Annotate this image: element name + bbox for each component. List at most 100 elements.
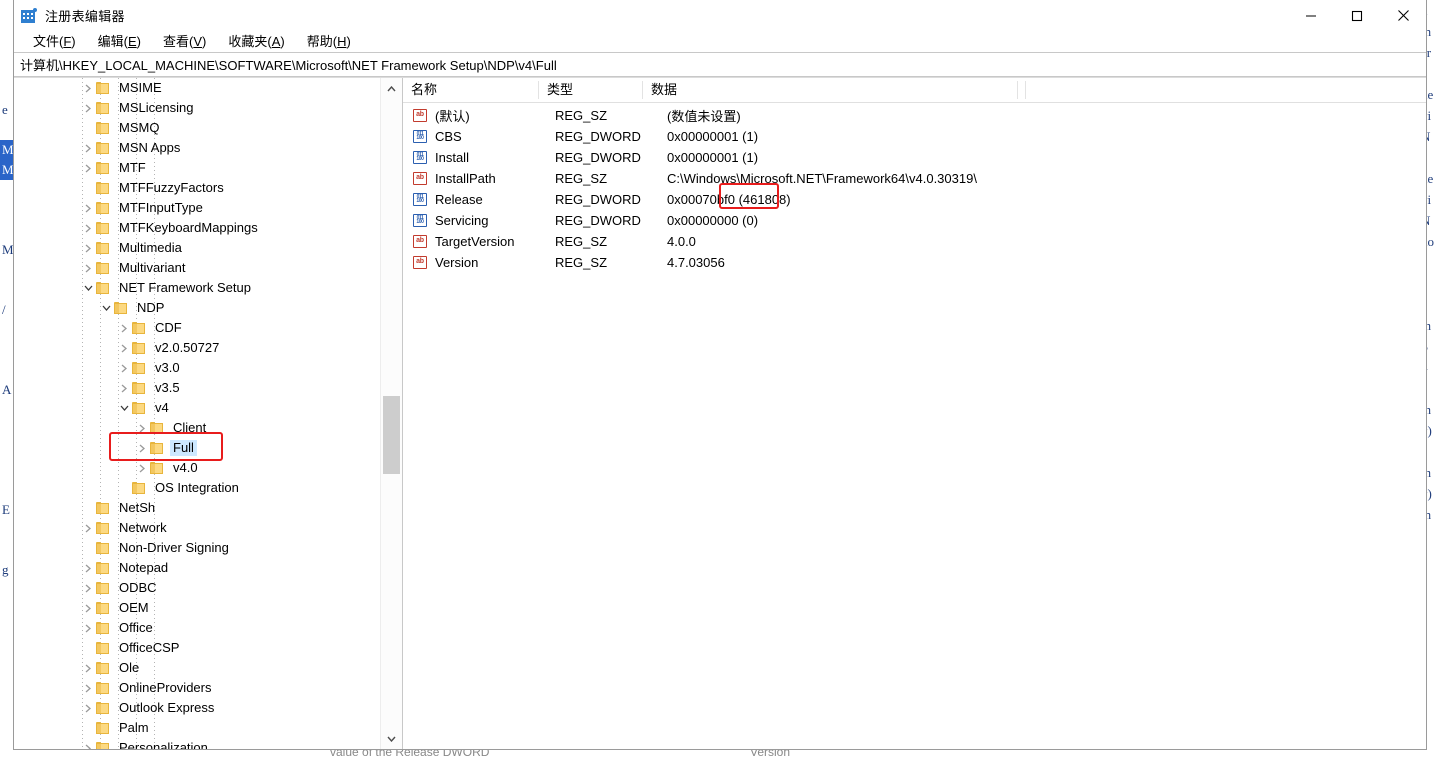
tree-item[interactable]: MTF bbox=[14, 158, 381, 178]
tree-item[interactable]: OS Integration bbox=[14, 478, 381, 498]
tree-item[interactable]: ODBC bbox=[14, 578, 381, 598]
table-row[interactable]: 011 100 Servicing REG_DWORD 0x00000000 (0) bbox=[403, 210, 1426, 231]
menu-item-2[interactable]: 编辑(E) bbox=[87, 31, 152, 52]
tree-item[interactable]: Personalization bbox=[14, 738, 381, 749]
chevron-right-icon[interactable] bbox=[80, 578, 96, 598]
tree-item[interactable]: MSIME bbox=[14, 78, 381, 98]
tree-item[interactable]: Client bbox=[14, 418, 381, 438]
chevron-right-icon[interactable] bbox=[116, 318, 132, 338]
chevron-right-icon[interactable] bbox=[116, 358, 132, 378]
tree-item[interactable]: CDF bbox=[14, 318, 381, 338]
chevron-right-icon[interactable] bbox=[116, 378, 132, 398]
folder-icon bbox=[132, 382, 146, 394]
tree-item-label: OnlineProviders bbox=[119, 680, 212, 695]
tree-item[interactable]: MTFKeyboardMappings bbox=[14, 218, 381, 238]
menu-item-1[interactable]: 文件(F) bbox=[22, 31, 87, 52]
chevron-down-icon[interactable] bbox=[98, 298, 114, 318]
tree-item[interactable]: Multivariant bbox=[14, 258, 381, 278]
tree-item[interactable]: v4 bbox=[14, 398, 381, 418]
chevron-right-icon[interactable] bbox=[80, 558, 96, 578]
tree-vertical-scrollbar[interactable] bbox=[380, 78, 402, 749]
tree-item[interactable]: NDP bbox=[14, 298, 381, 318]
chevron-right-icon[interactable] bbox=[80, 618, 96, 638]
chevron-up-icon[interactable] bbox=[381, 78, 402, 99]
menu-item-3[interactable]: 查看(V) bbox=[152, 31, 217, 52]
chevron-down-icon[interactable] bbox=[116, 398, 132, 418]
tree-item[interactable]: NetSh bbox=[14, 498, 381, 518]
chevron-right-icon[interactable] bbox=[80, 738, 96, 749]
address-bar[interactable]: 计算机\HKEY_LOCAL_MACHINE\SOFTWARE\Microsof… bbox=[14, 52, 1426, 77]
tree-item-selected[interactable]: Full bbox=[14, 438, 381, 458]
tree-item[interactable]: MSLicensing bbox=[14, 98, 381, 118]
table-row[interactable]: 011 100 CBS REG_DWORD 0x00000001 (1) bbox=[403, 126, 1426, 147]
table-row[interactable]: ab (默认) REG_SZ (数值未设置) bbox=[403, 105, 1426, 126]
menu-item-4[interactable]: 收藏夹(A) bbox=[217, 31, 295, 52]
chevron-right-icon[interactable] bbox=[80, 518, 96, 538]
scrollbar-thumb[interactable] bbox=[383, 396, 400, 474]
column-header-2[interactable]: 类型 bbox=[539, 78, 643, 102]
chevron-right-icon[interactable] bbox=[80, 218, 96, 238]
tree-item[interactable]: v3.0 bbox=[14, 358, 381, 378]
chevron-right-icon[interactable] bbox=[80, 598, 96, 618]
chevron-right-icon[interactable] bbox=[134, 438, 150, 458]
tree-item[interactable]: MTFFuzzyFactors bbox=[14, 178, 381, 198]
background-text-fragment bbox=[0, 40, 14, 60]
tree-item[interactable]: v4.0 bbox=[14, 458, 381, 478]
tree-item[interactable]: NET Framework Setup bbox=[14, 278, 381, 298]
registry-values-list[interactable]: ab (默认) REG_SZ (数值未设置) 011 100 CBS REG_DWORD 0x0… bbox=[403, 103, 1426, 273]
list-column-headers[interactable]: 名称 类型 数据 bbox=[403, 78, 1426, 103]
chevron-right-icon[interactable] bbox=[80, 658, 96, 678]
menu-item-5[interactable]: 帮助(H) bbox=[296, 31, 362, 52]
chevron-right-icon[interactable] bbox=[134, 418, 150, 438]
folder-icon bbox=[96, 742, 110, 749]
tree-item[interactable]: Notepad bbox=[14, 558, 381, 578]
tree-item[interactable]: Office bbox=[14, 618, 381, 638]
folder-icon bbox=[132, 402, 146, 414]
chevron-right-icon[interactable] bbox=[116, 338, 132, 358]
tree-item[interactable]: Multimedia bbox=[14, 238, 381, 258]
table-row[interactable]: 011 100 Release REG_DWORD 0x00070bf0 (461808… bbox=[403, 189, 1426, 210]
table-row[interactable]: ab Version REG_SZ 4.7.03056 bbox=[403, 252, 1426, 273]
chevron-right-icon[interactable] bbox=[80, 158, 96, 178]
chevron-right-icon[interactable] bbox=[80, 678, 96, 698]
address-input[interactable]: 计算机\HKEY_LOCAL_MACHINE\SOFTWARE\Microsof… bbox=[14, 55, 557, 74]
tree-item[interactable]: v3.5 bbox=[14, 378, 381, 398]
chevron-right-icon[interactable] bbox=[80, 138, 96, 158]
tree-item[interactable]: MSMQ bbox=[14, 118, 381, 138]
chevron-down-icon[interactable] bbox=[381, 728, 402, 749]
tree-item[interactable]: OfficeCSP bbox=[14, 638, 381, 658]
tree-item[interactable]: Network bbox=[14, 518, 381, 538]
tree-item[interactable]: Palm bbox=[14, 718, 381, 738]
chevron-right-icon[interactable] bbox=[80, 98, 96, 118]
column-header-1[interactable]: 名称 bbox=[403, 78, 539, 102]
minimize-icon[interactable] bbox=[1288, 0, 1334, 31]
chevron-right-icon[interactable] bbox=[80, 698, 96, 718]
registry-tree[interactable]: MSIME MSLicensing MSMQ MSN Apps MTF MTFFuzzyF… bbox=[14, 78, 381, 749]
tree-item[interactable]: OnlineProviders bbox=[14, 678, 381, 698]
chevron-right-icon[interactable] bbox=[80, 78, 96, 98]
table-row[interactable]: ab InstallPath REG_SZ C:\Windows\Microsoft.… bbox=[403, 168, 1426, 189]
table-row[interactable]: 011 100 Install REG_DWORD 0x00000001 (1) bbox=[403, 147, 1426, 168]
value-name: InstallPath bbox=[435, 171, 496, 186]
tree-item[interactable]: v2.0.50727 bbox=[14, 338, 381, 358]
chevron-right-icon[interactable] bbox=[80, 238, 96, 258]
chevron-right-icon[interactable] bbox=[80, 258, 96, 278]
chevron-right-icon[interactable] bbox=[80, 198, 96, 218]
column-header-resizer[interactable] bbox=[1018, 78, 1026, 102]
tree-item[interactable]: MSN Apps bbox=[14, 138, 381, 158]
tree-item[interactable]: Ole bbox=[14, 658, 381, 678]
chevron-right-icon[interactable] bbox=[134, 458, 150, 478]
table-row[interactable]: ab TargetVersion REG_SZ 4.0.0 bbox=[403, 231, 1426, 252]
title-bar[interactable]: 注册表编辑器 bbox=[14, 0, 1426, 31]
chevron-down-icon[interactable] bbox=[80, 278, 96, 298]
tree-item[interactable]: OEM bbox=[14, 598, 381, 618]
tree-item[interactable]: MTFInputType bbox=[14, 198, 381, 218]
value-data: 0x00000001 (1) bbox=[667, 150, 759, 165]
background-text-fragment bbox=[0, 220, 14, 240]
tree-item[interactable]: Non-Driver Signing bbox=[14, 538, 381, 558]
tree-item[interactable]: Outlook Express bbox=[14, 698, 381, 718]
column-header-3[interactable]: 数据 bbox=[643, 78, 1018, 102]
close-icon[interactable] bbox=[1380, 0, 1426, 31]
maximize-icon[interactable] bbox=[1334, 0, 1380, 31]
